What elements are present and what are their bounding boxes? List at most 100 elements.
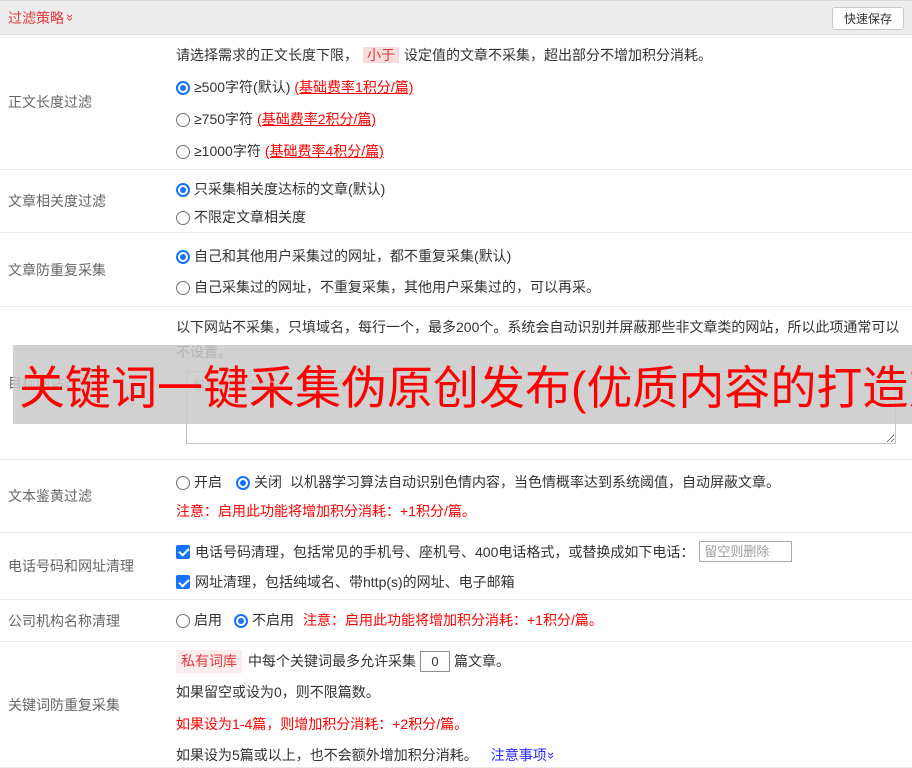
section-label-text: 关键词防重复采集 bbox=[8, 696, 120, 713]
section-label-text: 目标网站过滤 bbox=[8, 375, 92, 391]
company-clean-label: 公司机构名称清理 bbox=[0, 600, 176, 641]
section-label-text: 公司机构名称清理 bbox=[8, 612, 120, 629]
radio-option-relevance-strict[interactable]: 只采集相关度达标的文章(默认) bbox=[176, 180, 912, 199]
section-label-text: 正文长度过滤 bbox=[8, 94, 92, 110]
option-label: ≥750字符 bbox=[194, 111, 254, 127]
quick-save-button[interactable]: 快速保存 bbox=[831, 7, 904, 30]
keyword-dedup-body: 私有词库 中每个关键词最多允许采集 篇文章。 如果留空或设为0，则不限篇数。 如… bbox=[176, 642, 912, 767]
option-label: 启用 bbox=[194, 612, 222, 628]
radio-option-company-on[interactable]: 启用 bbox=[176, 611, 222, 630]
section-label-text: 文章相关度过滤 bbox=[8, 193, 106, 209]
keyword-dedup-note-1: 如果留空或设为0，则不限篇数。 bbox=[176, 684, 380, 700]
count-row-suffix: 篇文章。 bbox=[454, 653, 510, 669]
radio-option-relevance-any[interactable]: 不限定文章相关度 bbox=[176, 208, 912, 227]
radio-option-dedup-own[interactable]: 自己采集过的网址，不重复采集，其他用户采集过的，可以再采。 bbox=[176, 278, 912, 297]
section-phone-url-clean: 电话号码和网址清理 电话号码清理，包括常见的手机号、座机号、400电话格式，或替… bbox=[0, 533, 912, 600]
radio-option-length-750[interactable]: ≥750字符 (基础费率2积分/篇) bbox=[176, 110, 912, 129]
notes-link[interactable]: 注意事项 » bbox=[490, 745, 559, 766]
site-filter-intro: 以下网站不采集，只填域名，每行一个，最多200个。系统会自动识别并屏蔽那些非文章… bbox=[176, 319, 900, 360]
section-relevance: 文章相关度过滤 只采集相关度达标的文章(默认) 不限定文章相关度 bbox=[0, 170, 912, 233]
option-fee-note: (基础费率2积分/篇) bbox=[257, 111, 377, 127]
radio-unselected-icon[interactable] bbox=[176, 613, 190, 628]
content-length-body: 请选择需求的正文长度下限， 小于 设定值的文章不采集，超出部分不增加积分消耗。 ≥5… bbox=[176, 35, 912, 169]
relevance-label: 文章相关度过滤 bbox=[0, 170, 176, 232]
radio-selected-icon[interactable] bbox=[176, 182, 190, 197]
porn-filter-label: 文本鉴黄过滤 bbox=[0, 460, 176, 532]
phone-url-clean-body: 电话号码清理，包括常见的手机号、座机号、400电话格式，或替换成如下电话： 网址… bbox=[176, 533, 912, 599]
intro-text-post: 设定值的文章不采集，超出部分不增加积分消耗。 bbox=[404, 47, 712, 63]
porn-filter-body: 开启 关闭 以机器学习算法自动识别色情内容，当色情概率达到系统阈值，自动屏蔽文章… bbox=[176, 460, 912, 532]
option-fee-note: (基础费率1积分/篇) bbox=[294, 79, 414, 95]
dedup-body: 自己和其他用户采集过的网址，都不重复采集(默认) 自己采集过的网址，不重复采集，… bbox=[176, 233, 912, 306]
radio-selected-icon[interactable] bbox=[176, 80, 190, 95]
section-label-text: 文章防重复采集 bbox=[8, 261, 106, 278]
private-lexicon-badge: 私有词库 bbox=[176, 650, 242, 673]
notes-link-text: 注意事项 bbox=[490, 747, 547, 763]
radio-option-company-off[interactable]: 不启用 bbox=[234, 611, 294, 630]
chevron-down-icon: » bbox=[63, 13, 79, 22]
url-clean-option[interactable]: 网址清理，包括纯域名、带http(s)的网址、电子邮箱 bbox=[176, 572, 912, 592]
radio-selected-icon[interactable] bbox=[236, 475, 250, 490]
radio-selected-icon[interactable] bbox=[234, 613, 248, 628]
checkbox-checked-icon[interactable] bbox=[176, 575, 190, 589]
keyword-dedup-note-3-row: 如果设为5篇或以上，也不会额外增加积分消耗。 注意事项 » bbox=[176, 745, 912, 766]
option-fee-note: (基础费率4积分/篇) bbox=[264, 143, 384, 159]
less-than-badge: 小于 bbox=[363, 47, 399, 63]
porn-filter-description: 以机器学习算法自动识别色情内容，当色情概率达到系统阈值，自动屏蔽文章。 bbox=[290, 474, 780, 490]
filter-strategy-page: 过滤策略 » 快速保存 正文长度过滤 请选择需求的正文长度下限， 小于 设定值的文章… bbox=[0, 0, 912, 768]
option-label: ≥1000字符 bbox=[194, 143, 261, 159]
company-clean-options: 启用 不启用 注意：启用此功能将增加积分消耗：+1积分/篇。 bbox=[176, 611, 912, 630]
radio-unselected-icon[interactable] bbox=[176, 475, 190, 490]
radio-unselected-icon[interactable] bbox=[176, 144, 190, 159]
keyword-dedup-note-2: 如果设为1-4篇，则增加积分消耗：+2积分/篇。 bbox=[176, 716, 469, 732]
porn-filter-options: 开启 关闭 以机器学习算法自动识别色情内容，当色情概率达到系统阈值，自动屏蔽文章… bbox=[176, 473, 912, 492]
count-row-text: 中每个关键词最多允许采集 bbox=[248, 653, 416, 669]
keyword-dedup-label: 关键词防重复采集 bbox=[0, 642, 176, 767]
blocked-domains-textarea[interactable] bbox=[186, 371, 896, 444]
topbar: 过滤策略 » 快速保存 bbox=[0, 0, 912, 35]
max-articles-input[interactable] bbox=[420, 651, 450, 672]
option-label: 不启用 bbox=[252, 612, 294, 628]
radio-unselected-icon[interactable] bbox=[176, 210, 190, 225]
section-label-text: 文本鉴黄过滤 bbox=[8, 488, 92, 504]
checkbox-checked-icon[interactable] bbox=[176, 544, 190, 559]
radio-option-porn-off[interactable]: 关闭 bbox=[236, 473, 282, 492]
radio-option-length-1000[interactable]: ≥1000字符 (基础费率4积分/篇) bbox=[176, 142, 912, 161]
company-clean-note: 注意：启用此功能将增加积分消耗：+1积分/篇。 bbox=[303, 612, 603, 628]
site-filter-label: 目标网站过滤 bbox=[0, 307, 176, 459]
radio-selected-icon[interactable] bbox=[176, 249, 190, 264]
radio-option-dedup-global[interactable]: 自己和其他用户采集过的网址，都不重复采集(默认) bbox=[176, 247, 912, 266]
radio-unselected-icon[interactable] bbox=[176, 280, 190, 295]
option-label: 不限定文章相关度 bbox=[194, 209, 306, 225]
option-label: 开启 bbox=[194, 474, 222, 490]
phone-url-clean-label: 电话号码和网址清理 bbox=[0, 533, 176, 599]
option-label: 只采集相关度达标的文章(默认) bbox=[194, 181, 386, 197]
section-porn-filter: 文本鉴黄过滤 开启 关闭 以机器学习算法自动识别色情内容，当色情概率达到系统阈值… bbox=[0, 460, 912, 533]
keyword-dedup-note-3: 如果设为5篇或以上，也不会额外增加积分消耗。 bbox=[176, 747, 478, 763]
section-dedup: 文章防重复采集 自己和其他用户采集过的网址，都不重复采集(默认) 自己采集过的网… bbox=[0, 233, 912, 307]
relevance-body: 只采集相关度达标的文章(默认) 不限定文章相关度 bbox=[176, 170, 912, 232]
company-clean-body: 启用 不启用 注意：启用此功能将增加积分消耗：+1积分/篇。 bbox=[176, 600, 912, 641]
site-filter-body: 以下网站不采集，只填域名，每行一个，最多200个。系统会自动识别并屏蔽那些非文章… bbox=[176, 307, 912, 459]
radio-unselected-icon[interactable] bbox=[176, 112, 190, 127]
replacement-phone-input[interactable] bbox=[699, 541, 793, 562]
porn-filter-note: 注意：启用此功能将增加积分消耗：+1积分/篇。 bbox=[176, 503, 476, 519]
radio-option-length-500[interactable]: ≥500字符(默认) (基础费率1积分/篇) bbox=[176, 78, 912, 97]
content-length-intro: 请选择需求的正文长度下限， 小于 设定值的文章不采集，超出部分不增加积分消耗。 bbox=[176, 35, 912, 65]
section-company-clean: 公司机构名称清理 启用 不启用 注意：启用此功能将增加积分消耗：+1积分/篇。 bbox=[0, 600, 912, 642]
intro-text-pre: 请选择需求的正文长度下限， bbox=[176, 47, 358, 63]
keyword-dedup-count-row: 私有词库 中每个关键词最多允许采集 篇文章。 bbox=[176, 650, 912, 673]
option-label: 电话号码清理，包括常见的手机号、座机号、400电话格式，或替换成如下电话： bbox=[195, 543, 695, 560]
option-label: 关闭 bbox=[254, 474, 282, 490]
section-site-filter: 目标网站过滤 以下网站不采集，只填域名，每行一个，最多200个。系统会自动识别并… bbox=[0, 307, 912, 460]
option-label: 自己和其他用户采集过的网址，都不重复采集(默认) bbox=[194, 248, 512, 264]
phone-clean-option[interactable]: 电话号码清理，包括常见的手机号、座机号、400电话格式，或替换成如下电话： bbox=[176, 541, 912, 562]
option-label: 自己采集过的网址，不重复采集，其他用户采集过的，可以再采。 bbox=[194, 279, 600, 295]
option-label: 网址清理，包括纯域名、带http(s)的网址、电子邮箱 bbox=[195, 574, 515, 590]
option-label: ≥500字符(默认) bbox=[194, 79, 291, 95]
filter-strategy-title-toggle[interactable]: 过滤策略 » bbox=[8, 8, 79, 28]
section-keyword-dedup: 关键词防重复采集 私有词库 中每个关键词最多允许采集 篇文章。 如果留空或设为0… bbox=[0, 642, 912, 768]
chevron-down-icon: » bbox=[543, 751, 559, 760]
page-title: 过滤策略 bbox=[8, 9, 64, 26]
radio-option-porn-on[interactable]: 开启 bbox=[176, 473, 222, 492]
